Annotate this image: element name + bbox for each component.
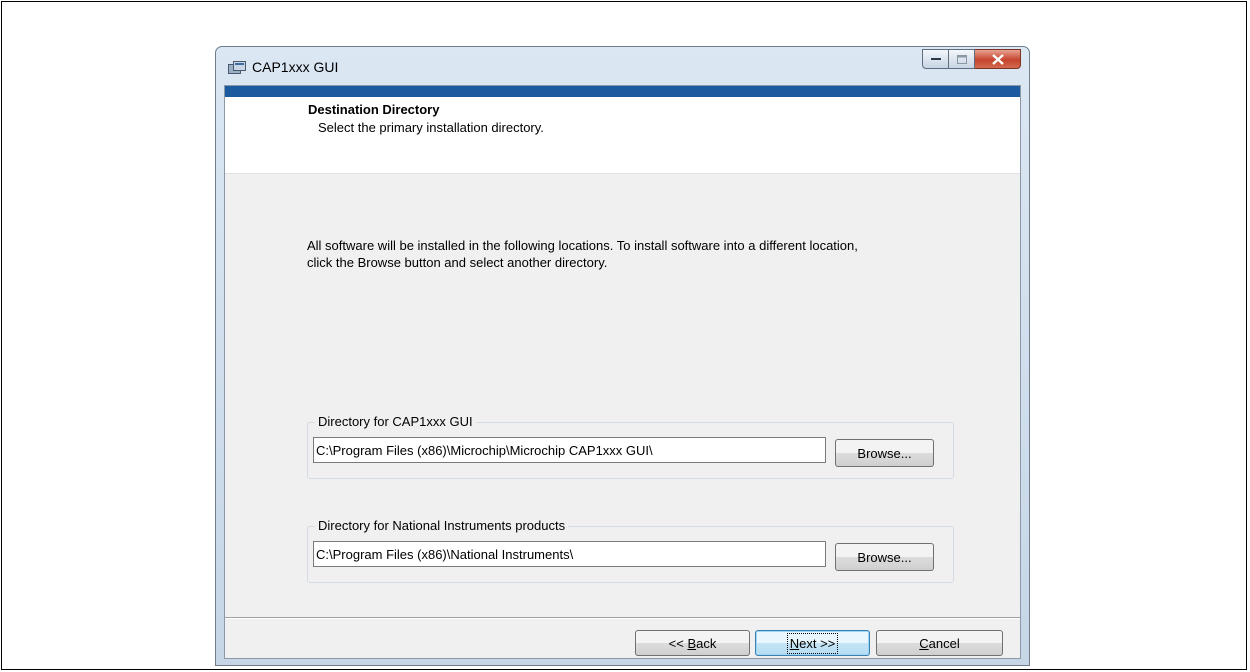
browse-button-ni[interactable]: Browse...: [835, 543, 934, 571]
accent-strip: [225, 86, 1020, 97]
maximize-button[interactable]: [949, 49, 975, 69]
back-label: << Back: [668, 635, 717, 651]
installer-icon: [228, 60, 246, 74]
header-panel: Destination Directory Select the primary…: [225, 97, 1020, 174]
back-button[interactable]: << Back: [635, 630, 750, 656]
group-label: Directory for CAP1xxx GUI: [315, 414, 476, 429]
next-button[interactable]: Next >>: [755, 630, 870, 656]
group-cap1xxx-directory: Directory for CAP1xxx GUI Browse...: [307, 414, 954, 479]
ni-directory-field[interactable]: [313, 541, 826, 567]
cancel-label: Cancel: [919, 635, 960, 651]
instructions-text: All software will be installed in the fo…: [307, 238, 858, 270]
group-label: Directory for National Instruments produ…: [315, 518, 569, 533]
page-title: Destination Directory: [308, 102, 440, 117]
title-bar[interactable]: CAP1xxx GUI: [216, 47, 1029, 85]
window-title: CAP1xxx GUI: [252, 59, 339, 75]
maximize-icon: [956, 54, 967, 64]
minimize-button[interactable]: [922, 49, 949, 69]
footer-separator: [225, 617, 1020, 619]
close-button[interactable]: [975, 49, 1021, 69]
installer-window: CAP1xxx GUI Destination Directory Select…: [215, 46, 1030, 666]
dialog-client-area: Destination Directory Select the primary…: [224, 85, 1021, 659]
browse-button-cap1xxx[interactable]: Browse...: [835, 439, 934, 467]
page-subtitle: Select the primary installation director…: [318, 120, 544, 135]
cancel-button[interactable]: Cancel: [876, 630, 1003, 656]
close-icon: [991, 53, 1004, 65]
next-label: Next >>: [786, 632, 839, 654]
group-ni-directory: Directory for National Instruments produ…: [307, 518, 954, 583]
caption-buttons: [922, 49, 1021, 70]
cap1xxx-directory-field[interactable]: [313, 437, 826, 463]
minimize-icon: [930, 58, 941, 60]
